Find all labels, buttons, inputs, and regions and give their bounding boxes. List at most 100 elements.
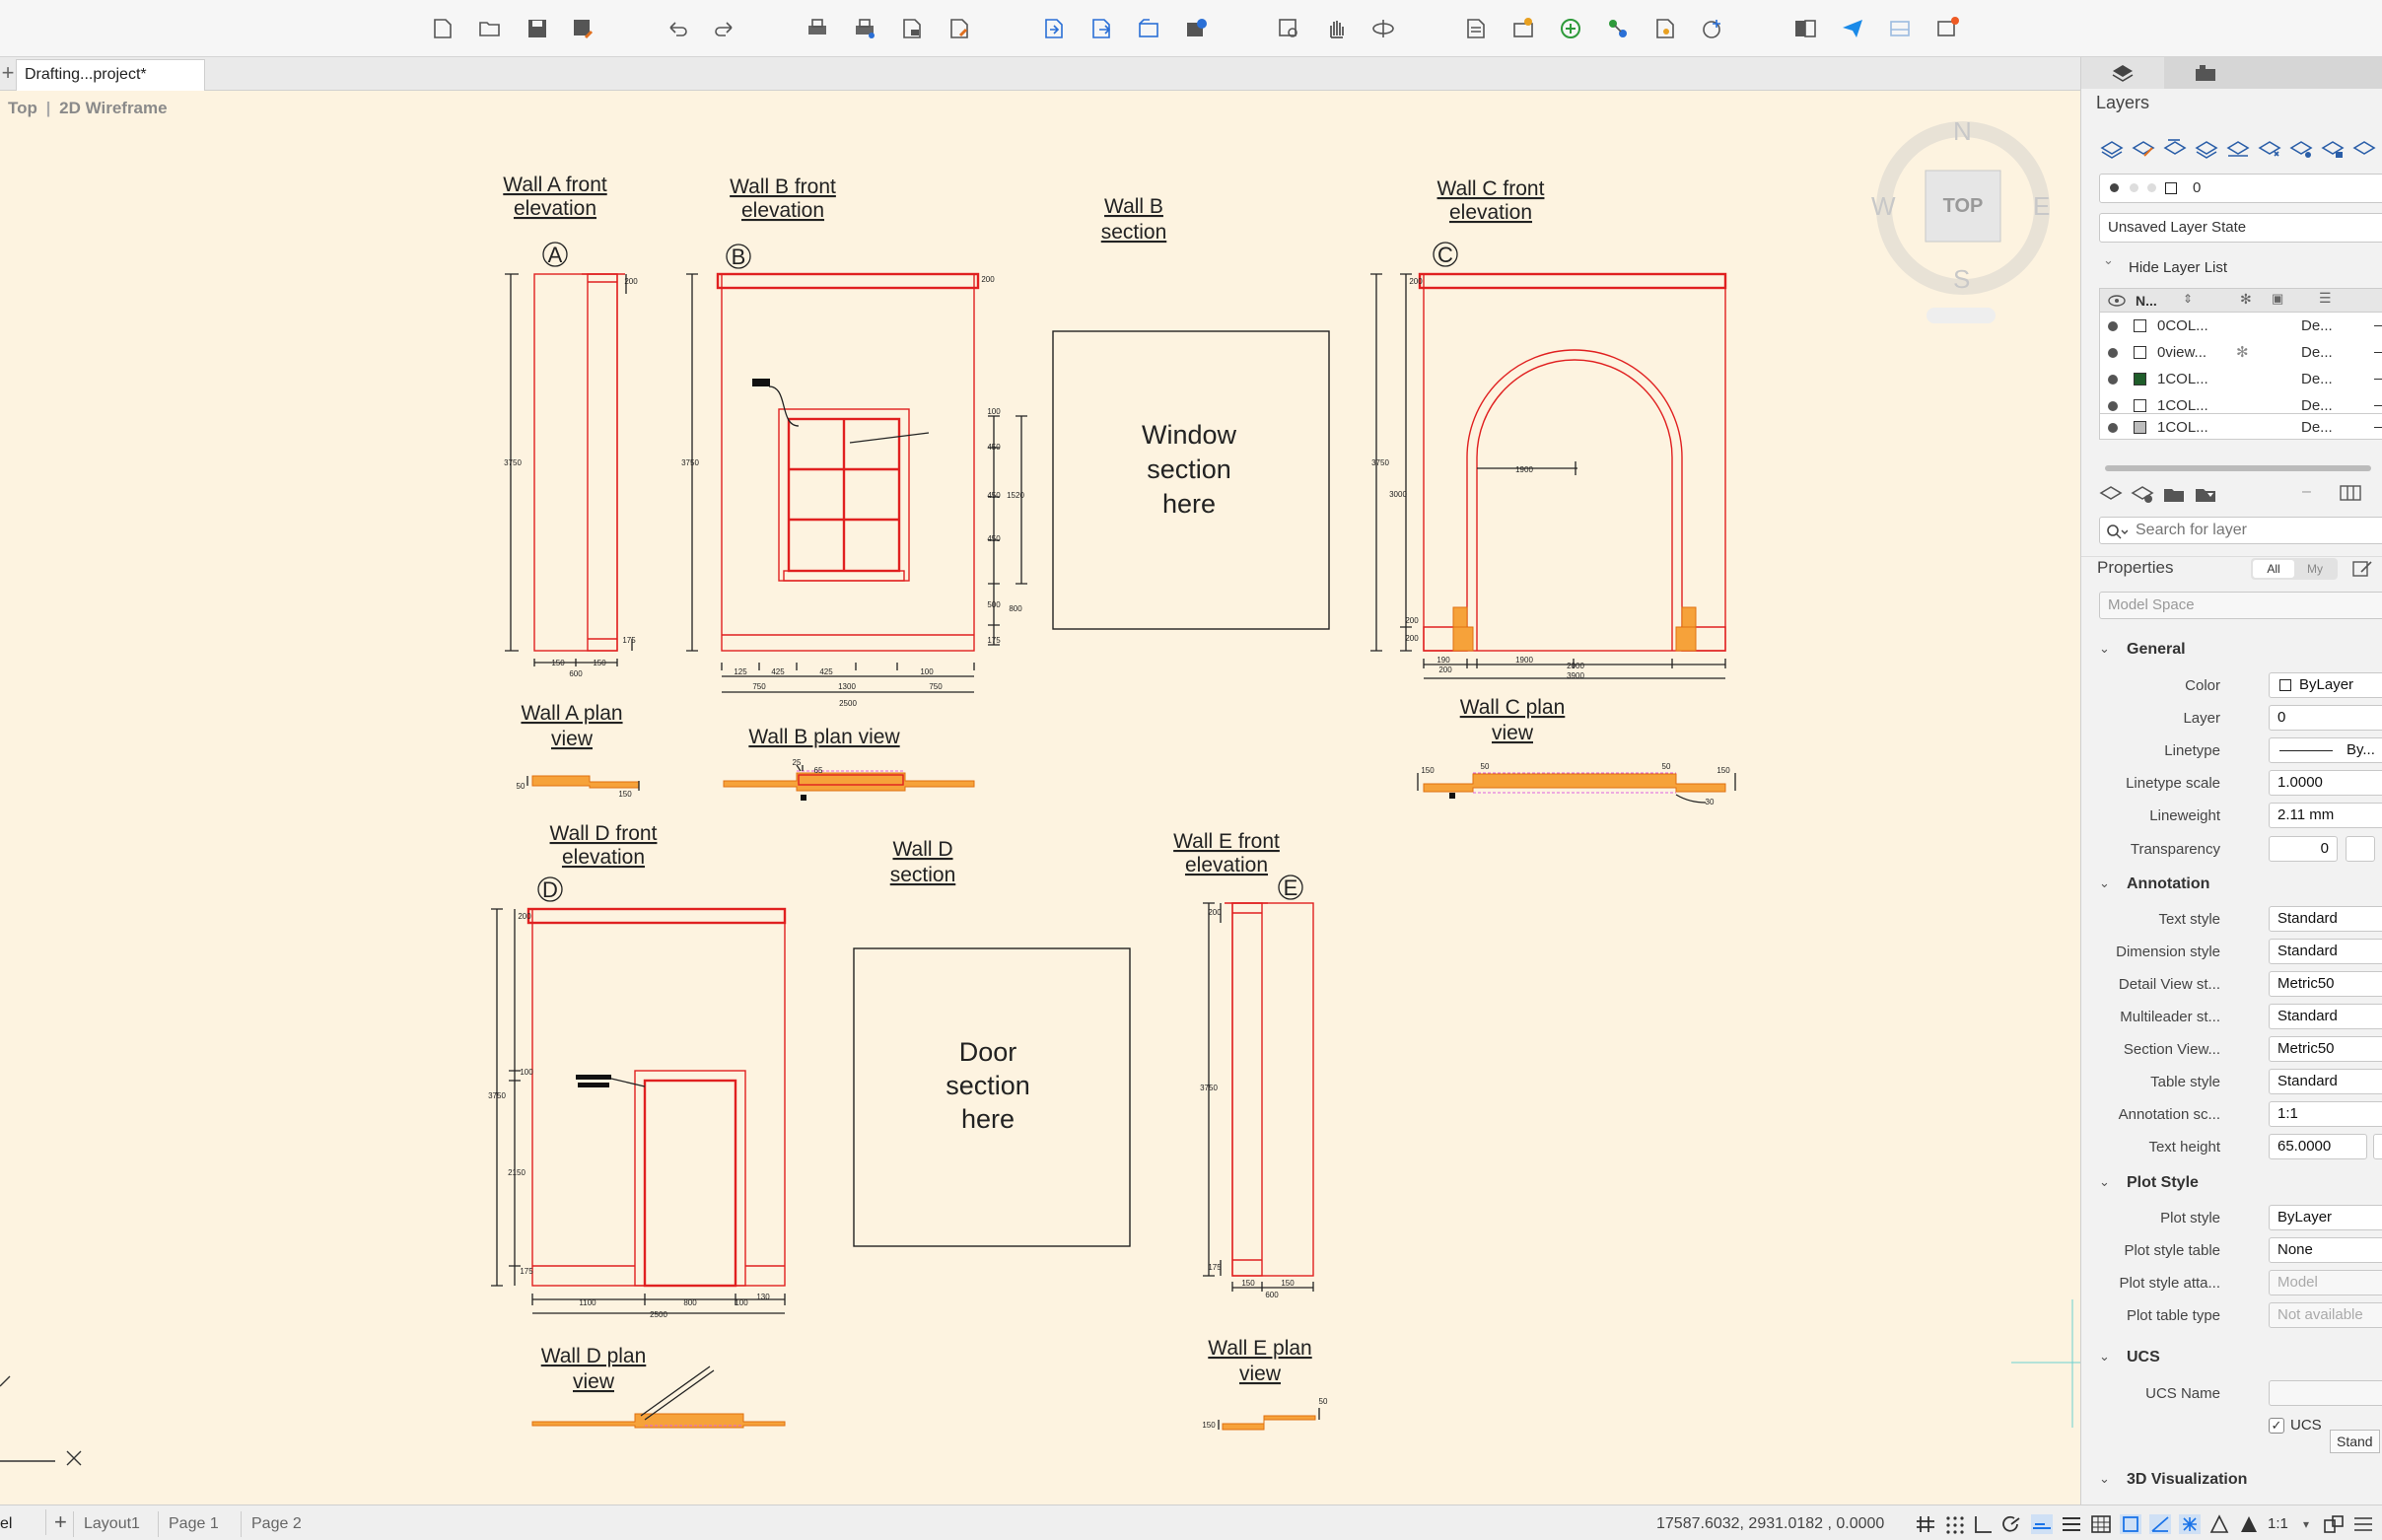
delete-layer-icon[interactable]: – (2302, 483, 2311, 501)
compare-icon[interactable] (1790, 14, 1820, 43)
layer-row[interactable]: 0view... ✻ De... (2108, 339, 2382, 366)
view-cube[interactable]: TOP N S E W (1871, 116, 2055, 323)
notification-icon[interactable] (1932, 14, 1962, 43)
layer-settings-icon[interactable] (2131, 483, 2154, 505)
text-height-input[interactable]: 65.0000 (2269, 1134, 2367, 1159)
table-style-dropdown[interactable]: Standard (2269, 1069, 2382, 1094)
section-ucs[interactable]: UCS (2127, 1349, 2160, 1366)
hide-layer-list-toggle[interactable]: Hide Layer List (2129, 259, 2227, 276)
selection-space-dropdown[interactable]: Model Space (2099, 592, 2382, 619)
save-as-icon[interactable] (568, 14, 597, 43)
linetype-scale-input[interactable]: 1.0000 (2269, 770, 2382, 796)
multileader-style-dropdown[interactable]: Standard (2269, 1004, 2382, 1029)
publish-icon[interactable] (897, 14, 927, 43)
layout-tab[interactable]: Layout1 (73, 1511, 150, 1537)
layers-tab[interactable] (2081, 57, 2164, 89)
transparency-input[interactable]: 0 (2269, 836, 2338, 862)
export-icon[interactable] (1086, 14, 1116, 43)
annotation-scale-status[interactable]: 1:1 (2268, 1511, 2288, 1537)
polar-icon[interactable] (2001, 1514, 2023, 1534)
section-annotation[interactable]: Annotation (2127, 875, 2209, 893)
drawing-canvas[interactable]: Top | 2D Wireframe .r{stroke:#e02020;str… (0, 91, 2080, 1505)
linetype-column-icon[interactable]: ☰ (2319, 290, 2332, 307)
compass-north[interactable]: N (1953, 116, 1972, 147)
layer-walk-icon[interactable] (2162, 136, 2188, 162)
import-icon[interactable] (1039, 14, 1069, 43)
visibility-eye-icon[interactable] (2108, 295, 2126, 307)
section-view-style-dropdown[interactable]: Metric50 (2269, 1036, 2382, 1062)
new-tab-button[interactable]: + (0, 57, 16, 91)
lock-column-icon[interactable]: ▣ (2272, 291, 2283, 307)
send-icon[interactable] (1838, 14, 1867, 43)
layer-search-input[interactable] (2136, 521, 2382, 540)
layer-list-scrollbar[interactable] (2105, 465, 2371, 471)
layer-columns-icon[interactable] (2340, 485, 2361, 501)
compass-east[interactable]: E (2033, 191, 2050, 222)
redo-icon[interactable] (710, 14, 739, 43)
chevron-down-icon[interactable]: ⌄ (2099, 641, 2110, 657)
design-center-icon[interactable] (1508, 14, 1538, 43)
layer-lock-icon[interactable] (2320, 136, 2346, 162)
layer-row[interactable]: 1COL... De... (2108, 366, 2382, 392)
section-general[interactable]: General (2127, 641, 2186, 659)
layer-row[interactable]: 1COL... De... (2108, 392, 2382, 415)
sheet-set-icon[interactable] (1603, 14, 1633, 43)
layout-tab[interactable]: Page 1 (158, 1511, 229, 1537)
compass-west[interactable]: W (1871, 191, 1896, 222)
zoom-window-icon[interactable] (1274, 14, 1303, 43)
color-dropdown[interactable]: ByLayer (2269, 672, 2382, 698)
dynamic-ucs-icon[interactable] (2179, 1514, 2201, 1534)
model-tab[interactable]: el (0, 1511, 12, 1537)
customization-icon[interactable] (2352, 1514, 2374, 1534)
layer-filter-icon[interactable] (2194, 483, 2217, 505)
layout-icon[interactable] (1885, 14, 1915, 43)
compass-south[interactable]: S (1953, 264, 1970, 295)
osnap-3d-icon[interactable] (2149, 1514, 2171, 1534)
ucs-checkbox[interactable]: ✓ (2269, 1418, 2284, 1434)
layout-tab[interactable]: Page 2 (241, 1511, 312, 1537)
chevron-down-icon[interactable]: ⌄ (2099, 1471, 2110, 1487)
merge-layers-icon[interactable] (2099, 483, 2123, 505)
export-pdf-icon[interactable] (945, 14, 974, 43)
grid-icon[interactable] (1915, 1514, 1936, 1534)
layer-freeze-icon[interactable] (2257, 136, 2282, 162)
lineweight-icon[interactable] (2061, 1514, 2082, 1534)
chevron-down-icon[interactable]: ⌄ (2103, 252, 2114, 268)
layer-unisolate-icon[interactable] (2225, 136, 2251, 162)
text-height-picker[interactable] (2373, 1134, 2382, 1159)
save-icon[interactable] (523, 14, 552, 43)
ortho-icon[interactable] (1972, 1514, 1994, 1534)
layer-search-box[interactable] (2099, 517, 2382, 544)
linetype-dropdown[interactable]: By... (2269, 737, 2382, 763)
lineweight-dropdown[interactable]: 2.11 mm (2269, 803, 2382, 828)
plot-style-dropdown[interactable]: ByLayer (2269, 1205, 2382, 1230)
layer-state-dropdown[interactable]: Unsaved Layer State (2099, 213, 2382, 243)
annotation-visibility-icon[interactable] (2208, 1514, 2230, 1534)
chevron-down-icon[interactable]: ▾ (2303, 1511, 2309, 1537)
new-file-icon[interactable] (428, 14, 457, 43)
layer-off-icon[interactable] (2288, 136, 2314, 162)
sort-icon[interactable]: ⇕ (2183, 292, 2193, 306)
dimension-style-dropdown[interactable]: Standard (2269, 939, 2382, 964)
freeze-column-icon[interactable]: ✻ (2240, 291, 2252, 308)
wcs-menu[interactable] (1927, 308, 1996, 323)
orbit-icon[interactable] (1368, 14, 1398, 43)
batch-plot-icon[interactable] (850, 14, 879, 43)
share-icon[interactable] (1181, 14, 1211, 43)
layer-unlock-icon[interactable] (2351, 136, 2377, 162)
chevron-down-icon[interactable]: ⌄ (2099, 1174, 2110, 1190)
markup-icon[interactable] (1650, 14, 1680, 43)
layer-isolate-icon[interactable] (2194, 136, 2219, 162)
auto-scale-icon[interactable] (2238, 1514, 2260, 1534)
layer-row[interactable]: 0COL... De... (2108, 313, 2382, 339)
filter-all-button[interactable]: All (2253, 560, 2294, 578)
plot-style-table-dropdown[interactable]: None (2269, 1237, 2382, 1263)
annotation-scale-dropdown[interactable]: 1:1 (2269, 1101, 2382, 1127)
add-layout-button[interactable]: + (45, 1509, 67, 1535)
document-tab[interactable]: Drafting...project* (16, 59, 205, 91)
current-layer-dropdown[interactable]: 0 (2099, 174, 2382, 203)
selection-cycling-icon[interactable] (2120, 1514, 2141, 1534)
snap-icon[interactable] (1944, 1514, 1966, 1534)
open-folder-icon[interactable] (475, 14, 505, 43)
chevron-down-icon[interactable]: ⌄ (2099, 1349, 2110, 1365)
